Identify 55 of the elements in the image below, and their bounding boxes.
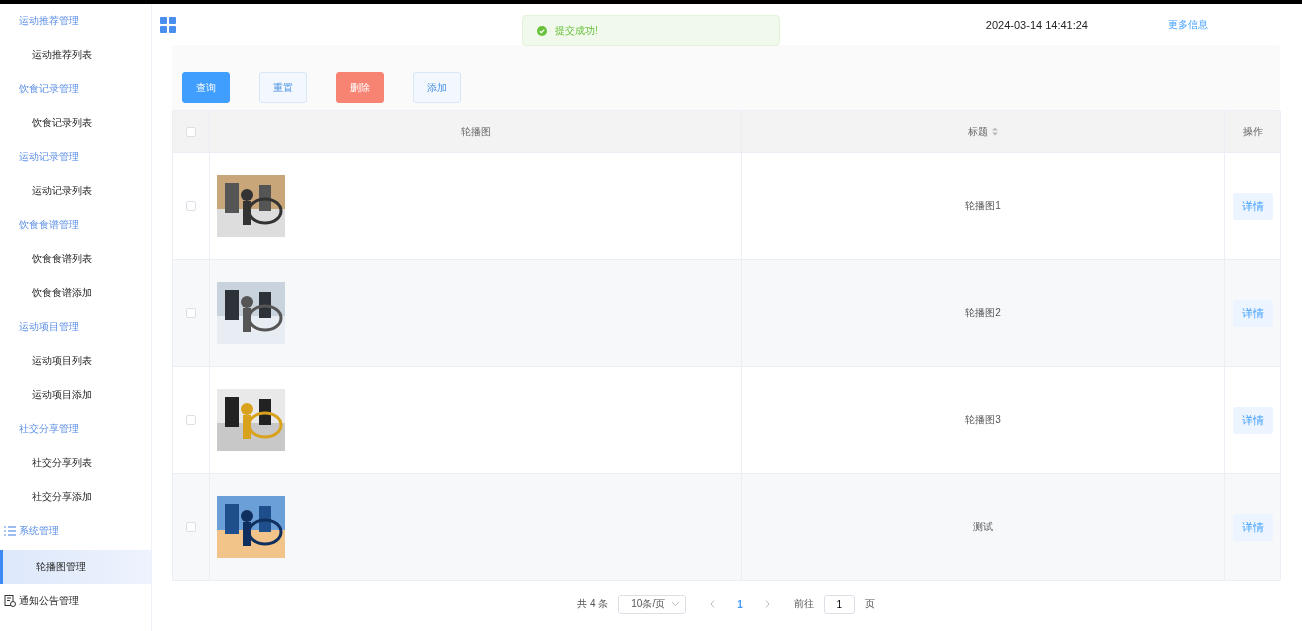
checkbox[interactable] bbox=[186, 308, 196, 318]
checkbox[interactable] bbox=[186, 126, 196, 137]
document-icon bbox=[4, 595, 16, 607]
toast-message: 提交成功! bbox=[555, 23, 598, 38]
table-cell: 轮播图2 bbox=[742, 259, 1225, 366]
sort-icon[interactable] bbox=[992, 127, 998, 136]
detail-button[interactable]: 详情 bbox=[1232, 513, 1273, 541]
checkbox[interactable] bbox=[186, 201, 196, 211]
datetime: 2024-03-14 14:41:24 bbox=[985, 18, 1088, 31]
sidebar-item[interactable]: 运动项目管理 bbox=[0, 310, 151, 344]
sidebar-item[interactable]: 社交分享列表 bbox=[0, 446, 151, 480]
toolbar-button[interactable]: 删除 bbox=[336, 72, 384, 103]
toolbar-button[interactable]: 重置 bbox=[259, 72, 307, 103]
total-count: 共 4 条 bbox=[577, 597, 609, 611]
previous-page-icon[interactable] bbox=[710, 600, 716, 608]
sidebar-item[interactable]: 运动记录列表 bbox=[0, 174, 151, 208]
sidebar-item[interactable]: 运动记录管理 bbox=[0, 140, 151, 174]
column-header: 轮播图 bbox=[210, 111, 742, 152]
page-size-select[interactable]: 10条/页 bbox=[618, 594, 687, 614]
grid-icon[interactable] bbox=[160, 16, 176, 33]
sidebar-item[interactable]: 社交分享添加 bbox=[0, 480, 151, 514]
detail-button[interactable]: 详情 bbox=[1232, 406, 1273, 434]
sidebar-item[interactable]: 社交分享管理 bbox=[0, 412, 151, 446]
sidebar-item[interactable]: 运动项目列表 bbox=[0, 344, 151, 378]
detail-button[interactable]: 详情 bbox=[1232, 192, 1273, 220]
detail-button[interactable]: 详情 bbox=[1232, 299, 1273, 327]
sidebar-item[interactable]: 饮食食谱管理 bbox=[0, 208, 151, 242]
sidebar-item[interactable]: 饮食食谱添加 bbox=[0, 276, 151, 310]
sidebar-item[interactable]: 饮食记录管理 bbox=[0, 72, 151, 106]
column-header: 操作 bbox=[1225, 111, 1281, 152]
column-header[interactable]: 标题 bbox=[968, 124, 988, 139]
sidebar-item[interactable]: 通知公告管理 bbox=[0, 584, 151, 618]
list-icon bbox=[4, 526, 16, 536]
toolbar-button[interactable]: 查询 bbox=[182, 72, 230, 103]
sidebar-item[interactable]: 系统管理 bbox=[0, 514, 151, 548]
sidebar-item[interactable]: 运动项目添加 bbox=[0, 378, 151, 412]
chevron-down-icon bbox=[672, 602, 680, 606]
toolbar-button[interactable]: 添加 bbox=[413, 72, 461, 103]
sidebar-item[interactable]: 轮播图管理 bbox=[0, 550, 151, 584]
sidebar-item[interactable]: 饮食食谱列表 bbox=[0, 242, 151, 276]
sidebar-item[interactable]: 运动推荐列表 bbox=[0, 38, 151, 72]
sidebar-item[interactable]: 饮食记录列表 bbox=[0, 106, 151, 140]
goto-label: 前往 bbox=[793, 597, 814, 611]
checkbox[interactable] bbox=[186, 415, 196, 425]
more-info-link[interactable]: 更多信息 bbox=[1168, 17, 1208, 32]
checkbox[interactable] bbox=[186, 522, 196, 532]
sidebar-item[interactable]: 运动推荐管理 bbox=[0, 4, 151, 38]
next-page-icon[interactable] bbox=[764, 600, 770, 608]
table-cell: 轮播图1 bbox=[742, 152, 1225, 259]
table-cell: 测试 bbox=[742, 473, 1225, 580]
check-circle-icon bbox=[537, 25, 547, 36]
page-suffix: 页 bbox=[864, 597, 875, 611]
goto-page-field[interactable]: 1 bbox=[823, 594, 855, 614]
page-number[interactable]: 1 bbox=[737, 598, 743, 610]
table-cell: 轮播图3 bbox=[742, 366, 1225, 473]
